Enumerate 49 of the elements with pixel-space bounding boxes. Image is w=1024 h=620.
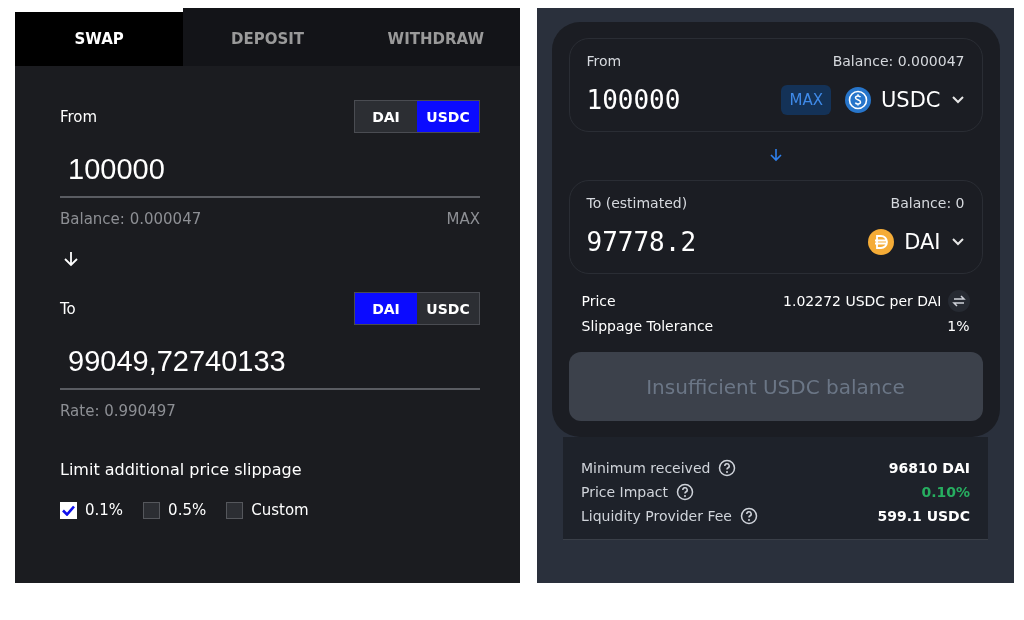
swap-arrows-icon[interactable] — [947, 289, 970, 312]
section-label: To (estimated) — [586, 195, 688, 211]
down-arrow-icon — [62, 250, 80, 268]
token-selector[interactable]: DAI — [868, 229, 965, 255]
tab[interactable]: WITHDRAW — [351, 8, 520, 66]
balance-text: Balance: 0.000047 — [832, 53, 965, 69]
price-label: Price — [581, 292, 616, 309]
detail-label: Minimum received — [581, 460, 711, 476]
amount-field[interactable]: 100000 — [60, 153, 480, 198]
help-icon[interactable] — [718, 459, 737, 477]
detail-label: Liquidity Provider Fee — [581, 508, 732, 524]
tab[interactable]: DEPOSIT — [183, 8, 352, 66]
chevron-down-icon[interactable] — [950, 95, 965, 105]
help-icon[interactable] — [739, 507, 758, 525]
section-label: To — [60, 299, 76, 318]
coin-icon — [868, 229, 895, 255]
price-value: 1.02272 USDC per DAI — [783, 292, 942, 309]
detail-label: Price Impact — [581, 484, 669, 500]
detail-value: 599.1 USDC — [877, 508, 970, 524]
tab[interactable]: SWAP — [15, 8, 184, 66]
detail-value: 96810 DAI — [888, 460, 970, 476]
option-label: 0.5% — [168, 501, 207, 519]
help-icon[interactable] — [676, 483, 695, 501]
amount-field[interactable]: 99049,72740133 — [60, 345, 480, 390]
token-toggle[interactable]: USDC — [417, 101, 479, 132]
down-arrow-icon[interactable] — [768, 148, 783, 162]
token-toggle[interactable]: USDC — [417, 293, 479, 324]
slippage-value: 1% — [947, 317, 970, 334]
section-label: From — [60, 107, 98, 126]
rate-text: Rate: 0.990497 — [60, 402, 176, 420]
token-toggle[interactable]: DAI — [355, 293, 417, 324]
checkbox[interactable] — [143, 501, 161, 519]
detail-value: 0.10% — [921, 484, 970, 500]
option-label: Custom — [251, 501, 309, 519]
section-label: From — [586, 53, 622, 69]
token-selector[interactable]: USDC — [844, 87, 965, 113]
balance-text: Balance: 0.000047 — [60, 210, 202, 228]
balance-text: Balance: 0 — [890, 195, 965, 211]
amount-field[interactable]: 100000 — [586, 85, 768, 115]
chevron-down-icon[interactable] — [950, 237, 965, 247]
slippage-title: Limit additional price slippage — [60, 460, 303, 479]
max-link[interactable]: MAX — [446, 210, 480, 228]
amount-field[interactable]: 97778.2 — [586, 227, 855, 257]
token-toggle[interactable]: DAI — [355, 101, 417, 132]
slippage-label: Slippage Tolerance — [581, 317, 714, 334]
option-label: 0.1% — [85, 501, 124, 519]
checkbox[interactable] — [226, 501, 244, 519]
dollar-coin-icon — [844, 87, 871, 113]
max-button[interactable]: MAX — [781, 85, 831, 115]
